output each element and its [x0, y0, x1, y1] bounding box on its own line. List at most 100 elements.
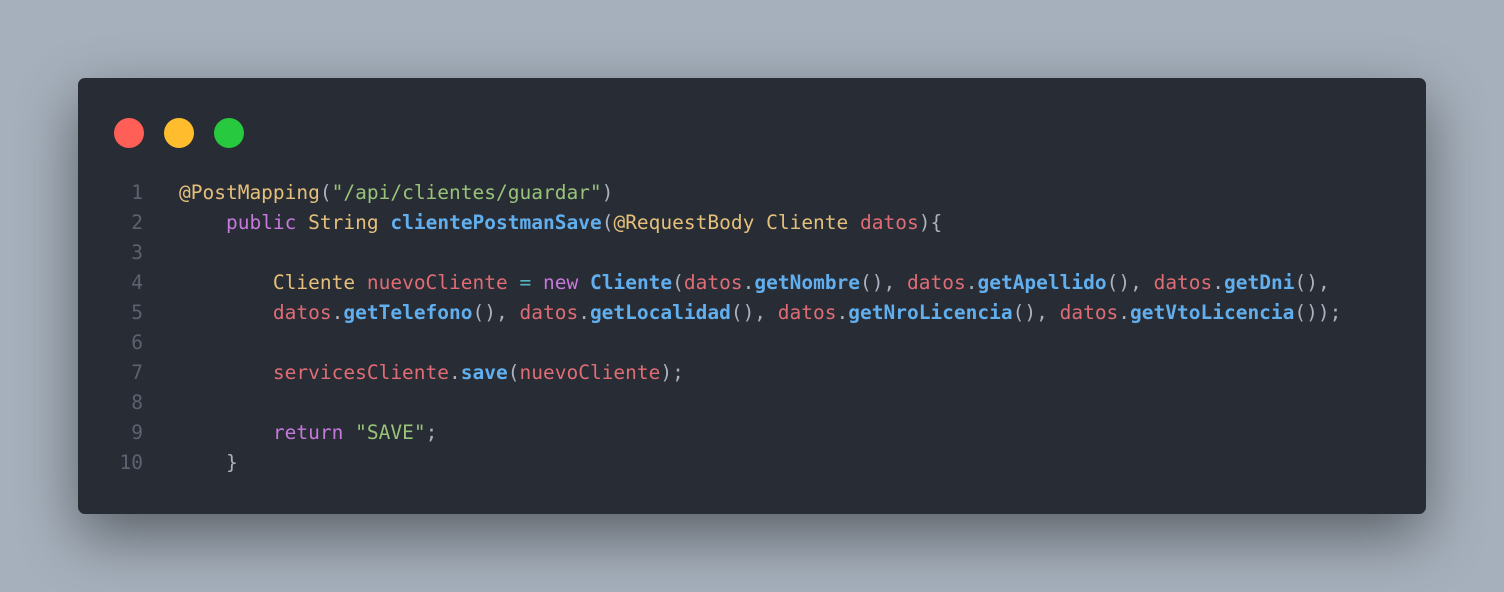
code-token-annotation: @RequestBody [613, 211, 755, 234]
code-token-function: getDni [1224, 271, 1295, 294]
close-dot-icon[interactable] [114, 118, 144, 148]
maximize-dot-icon[interactable] [214, 118, 244, 148]
code-token-plain: (), [1294, 271, 1330, 294]
code-token-plain: . [449, 361, 461, 384]
code-line-content: datos.getTelefono(), datos.getLocalidad(… [179, 298, 1341, 328]
code-token-variable: datos [519, 301, 579, 324]
code-token-function: save [460, 361, 508, 384]
code-token-plain: . [1212, 271, 1225, 294]
code-token-plain: ( [601, 211, 614, 234]
code-token-variable: datos [683, 271, 743, 294]
code-block: 1 @PostMapping("/api/clientes/guardar") 2 … [78, 178, 1426, 478]
code-token-function: getNroLicencia [848, 301, 1013, 324]
code-token-type: String [308, 211, 379, 234]
code-line-content: return "SAVE"; [179, 418, 437, 448]
code-token-variable: datos [907, 271, 966, 294]
code-token-function: getVtoLicencia [1130, 301, 1295, 324]
code-token-plain: (), [1012, 301, 1060, 324]
code-token-string: "/api/clientes/guardar" [331, 181, 602, 204]
line-number: 3 [131, 241, 143, 264]
code-token-plain: (), [1106, 271, 1154, 294]
code-line: 4 Cliente nuevoCliente = new Cliente(dat… [78, 268, 1426, 298]
line-number: 8 [131, 391, 143, 414]
code-line-content: } [179, 448, 238, 478]
line-number: 2 [131, 211, 143, 234]
code-token-plain: . [965, 271, 978, 294]
code-token-plain: (), [730, 301, 778, 324]
code-token-type: Cliente [766, 211, 849, 234]
code-token-plain: ; [425, 421, 438, 444]
code-line: 6 [78, 328, 1426, 358]
code-line: 8 [78, 388, 1426, 418]
code-token-variable: nuevoCliente [519, 361, 661, 384]
code-token-function: getLocalidad [589, 301, 731, 324]
code-line-content: Cliente nuevoCliente = new Cliente(datos… [179, 268, 1330, 298]
code-token-plain: ()); [1294, 301, 1342, 324]
code-token-type: Cliente [272, 271, 356, 294]
code-token-variable: datos [1153, 271, 1213, 294]
code-line: 5 datos.getTelefono(), datos.getLocalida… [78, 298, 1426, 328]
line-number: 1 [131, 181, 143, 204]
code-line: 1 @PostMapping("/api/clientes/guardar") [78, 178, 1426, 208]
code-token-string: "SAVE" [355, 421, 426, 444]
code-token-plain: . [331, 301, 344, 324]
code-token-variable: nuevoCliente [366, 271, 508, 294]
code-token-function: getApellido [977, 271, 1107, 294]
code-token-keyword: return [272, 421, 344, 444]
code-token-plain: (), [860, 271, 908, 294]
code-line-content: @PostMapping("/api/clientes/guardar") [179, 178, 613, 208]
code-line: 2 public String clientePostmanSave(@Requ… [78, 208, 1426, 238]
code-token-variable: servicesCliente [272, 361, 450, 384]
code-token-keyword: public [225, 211, 297, 234]
line-number: 5 [131, 301, 143, 324]
code-token-plain: . [1118, 301, 1131, 324]
code-token-plain: . [742, 271, 755, 294]
line-number: 7 [131, 361, 143, 384]
code-line-content: public String clientePostmanSave(@Reques… [179, 208, 942, 238]
line-number: 6 [131, 331, 143, 354]
code-token-keyword: new [543, 271, 579, 294]
code-window: 1 @PostMapping("/api/clientes/guardar") 2 … [78, 78, 1426, 514]
code-token-variable: datos [777, 301, 837, 324]
code-token-plain: . [578, 301, 590, 324]
code-line-content: servicesCliente.save(nuevoCliente); [179, 358, 684, 388]
line-number: 4 [131, 271, 143, 294]
code-token-function: Cliente [589, 271, 673, 294]
code-token-plain: ( [507, 361, 520, 384]
code-token-plain: ( [672, 271, 684, 294]
code-token-plain: } [225, 451, 238, 474]
code-token-plain: ){ [918, 211, 943, 234]
code-token-plain: . [836, 301, 849, 324]
code-token-function: getTelefono [343, 301, 473, 324]
code-token-plain: ) [601, 181, 614, 204]
code-line: 10 } [78, 448, 1426, 478]
code-token-plain: ); [660, 361, 684, 384]
code-token-plain: (), [472, 301, 520, 324]
code-token-function: clientePostmanSave [390, 211, 602, 234]
line-number: 9 [131, 421, 143, 444]
code-line: 3 [78, 238, 1426, 268]
minimize-dot-icon[interactable] [164, 118, 194, 148]
code-line: 7 servicesCliente.save(nuevoCliente); [78, 358, 1426, 388]
code-token-annotation: @PostMapping [179, 181, 320, 204]
code-token-plain: ( [319, 181, 332, 204]
code-token-variable: datos [860, 211, 919, 234]
code-token-variable: datos [272, 301, 332, 324]
code-line: 9 return "SAVE"; [78, 418, 1426, 448]
line-number: 10 [119, 451, 143, 474]
code-token-variable: datos [1059, 301, 1119, 324]
